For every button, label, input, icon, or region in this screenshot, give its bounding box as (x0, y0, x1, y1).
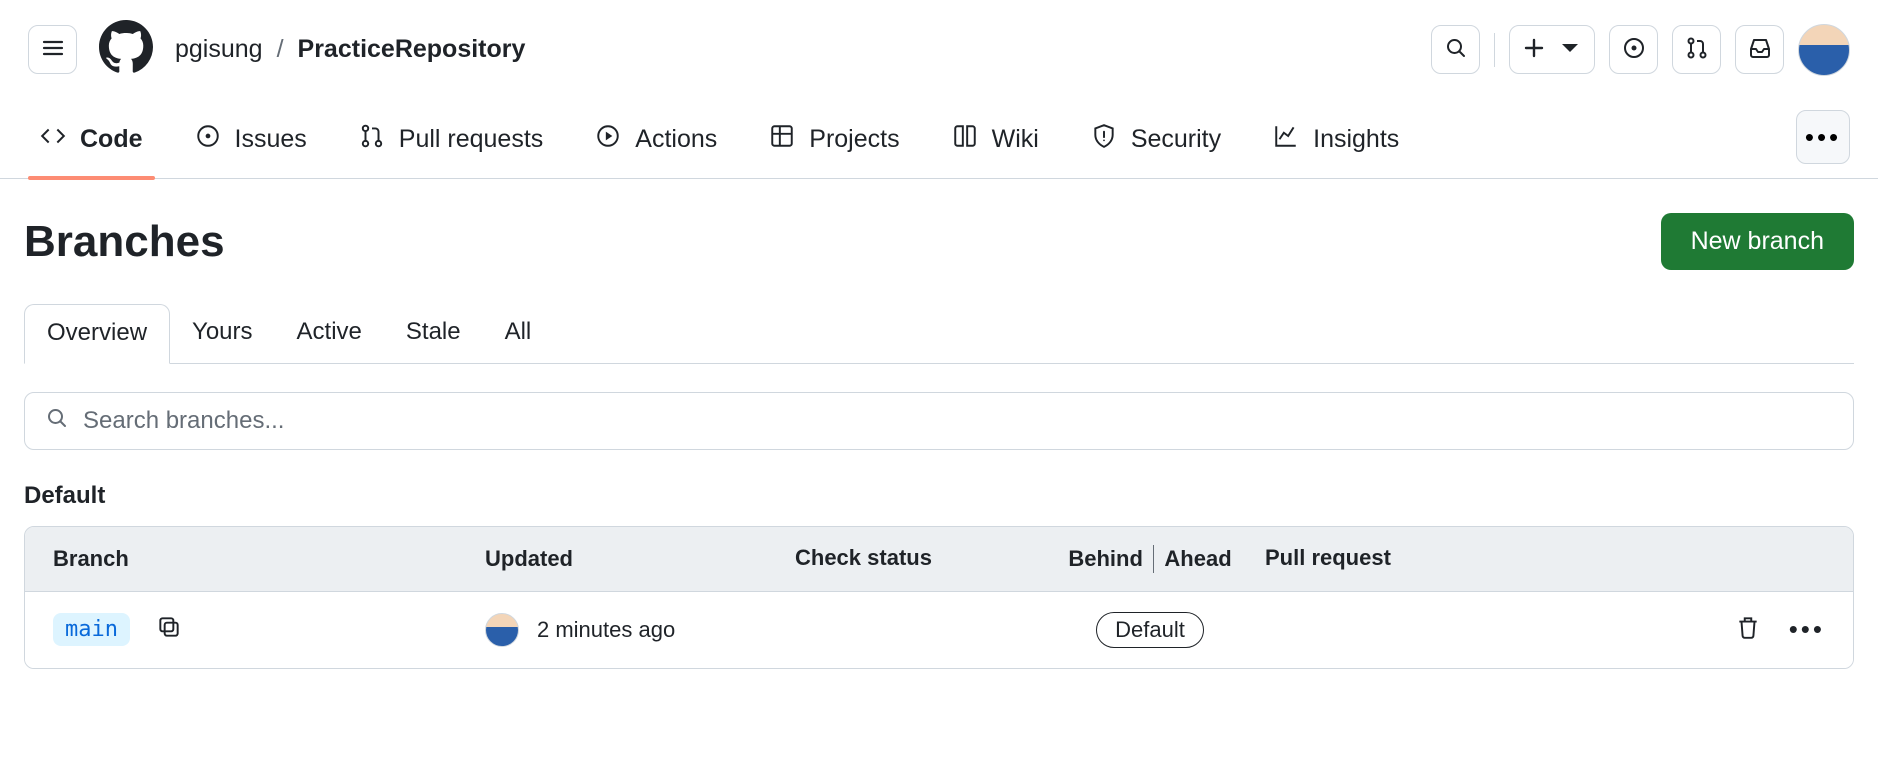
header-actions (1431, 24, 1850, 76)
tab-wiki[interactable]: Wiki (946, 109, 1045, 178)
tab-active[interactable]: Active (275, 304, 384, 363)
col-behind: Behind (1068, 546, 1143, 572)
table-icon (769, 123, 795, 156)
tab-security[interactable]: Security (1085, 109, 1227, 178)
tab-overview[interactable]: Overview (24, 304, 170, 364)
branch-name-link[interactable]: main (53, 613, 130, 646)
table-row: main 2 minutes ago Default (25, 592, 1853, 668)
col-behind-ahead: Behind Ahead (1035, 545, 1265, 573)
trash-icon (1735, 624, 1761, 644)
code-icon (40, 123, 66, 156)
tab-yours[interactable]: Yours (170, 304, 275, 363)
author-avatar[interactable] (485, 613, 519, 647)
git-pull-request-icon (359, 123, 385, 156)
new-branch-button[interactable]: New branch (1661, 213, 1854, 270)
kebab-icon: ••• (1789, 614, 1825, 644)
divider (1494, 33, 1495, 67)
chevron-down-icon (1558, 36, 1582, 63)
copy-branch-name-button[interactable] (156, 614, 182, 645)
book-icon (952, 123, 978, 156)
divider (1153, 545, 1155, 573)
issues-button[interactable] (1609, 25, 1658, 74)
breadcrumb-separator: / (277, 35, 284, 64)
search-icon (1444, 36, 1468, 63)
create-new-button[interactable] (1509, 25, 1595, 74)
github-logo[interactable] (99, 20, 153, 79)
col-updated: Updated (485, 545, 795, 573)
hamburger-menu-button[interactable] (28, 25, 77, 74)
tab-all[interactable]: All (483, 304, 554, 363)
col-ahead: Ahead (1164, 546, 1231, 572)
shield-icon (1091, 123, 1117, 156)
more-tabs-button[interactable]: ••• (1796, 110, 1850, 164)
delete-branch-button[interactable] (1735, 614, 1761, 645)
col-pull-request: Pull request (1265, 545, 1703, 573)
tab-pull-requests[interactable]: Pull requests (353, 109, 550, 178)
tab-insights[interactable]: Insights (1267, 109, 1405, 178)
notifications-button[interactable] (1735, 25, 1784, 74)
issue-opened-icon (1622, 36, 1646, 63)
col-branch: Branch (25, 545, 485, 573)
app-header: pgisung / PracticeRepository (0, 0, 1878, 89)
play-icon (595, 123, 621, 156)
updated-time: 2 minutes ago (537, 617, 675, 643)
tab-label: Insights (1313, 125, 1399, 154)
col-check-status: Check status (795, 545, 1035, 573)
pull-requests-button[interactable] (1672, 25, 1721, 74)
issue-opened-icon (195, 123, 221, 156)
main-content: Branches New branch Overview Yours Activ… (0, 179, 1878, 703)
tab-projects[interactable]: Projects (763, 109, 905, 178)
menu-icon (41, 36, 65, 63)
plus-icon (1522, 36, 1546, 63)
tab-label: Security (1131, 125, 1221, 154)
tab-label: Code (80, 125, 143, 154)
search-input[interactable] (83, 407, 1833, 435)
search-button[interactable] (1431, 25, 1480, 74)
tab-label: Pull requests (399, 125, 544, 154)
breadcrumb-repo[interactable]: PracticeRepository (298, 35, 526, 64)
repo-nav: Code Issues Pull requests Actions Projec… (0, 89, 1878, 179)
breadcrumb-owner[interactable]: pgisung (175, 35, 263, 64)
search-branches[interactable] (24, 392, 1854, 450)
tab-actions[interactable]: Actions (589, 109, 723, 178)
copy-icon (156, 624, 182, 644)
git-pull-request-icon (1685, 36, 1709, 63)
row-actions-button[interactable]: ••• (1789, 616, 1825, 643)
tab-label: Actions (635, 125, 717, 154)
user-avatar[interactable] (1798, 24, 1850, 76)
tab-stale[interactable]: Stale (384, 304, 483, 363)
tab-code[interactable]: Code (34, 109, 149, 178)
breadcrumb: pgisung / PracticeRepository (175, 35, 525, 64)
tab-label: Wiki (992, 125, 1039, 154)
search-icon (45, 406, 69, 435)
page-title: Branches (24, 217, 1661, 267)
inbox-icon (1748, 36, 1772, 63)
tab-label: Issues (235, 125, 307, 154)
tab-label: Projects (809, 125, 899, 154)
kebab-icon: ••• (1805, 124, 1841, 150)
branch-tabs: Overview Yours Active Stale All (24, 304, 1854, 364)
default-badge: Default (1096, 612, 1204, 648)
graph-icon (1273, 123, 1299, 156)
branches-table: Branch Updated Check status Behind Ahead… (24, 526, 1854, 669)
table-header: Branch Updated Check status Behind Ahead… (25, 527, 1853, 592)
tab-issues[interactable]: Issues (189, 109, 313, 178)
default-section-label: Default (24, 482, 1854, 510)
